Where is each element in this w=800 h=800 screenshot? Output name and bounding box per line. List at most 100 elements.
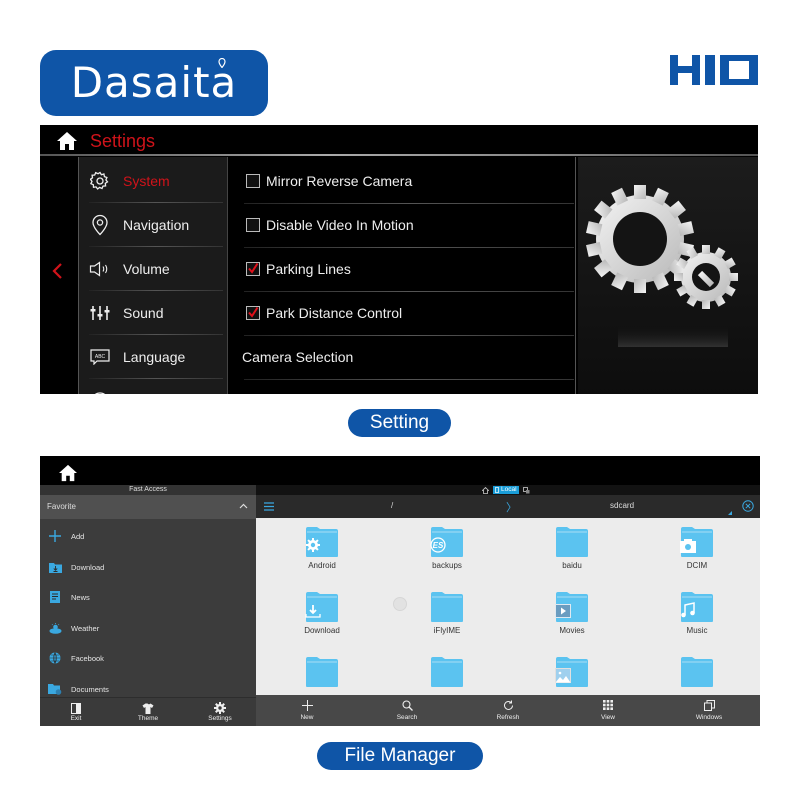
sidebar-item-add[interactable]: Add [40, 521, 256, 551]
button-label: Refresh [496, 714, 520, 721]
close-circle-icon[interactable] [742, 500, 754, 512]
exit-button[interactable]: Exit [46, 698, 106, 726]
folder-item[interactable]: Movies [522, 587, 622, 649]
settings-button[interactable]: Settings [190, 698, 250, 726]
folder-name: iFlyIME [433, 626, 461, 635]
camera-badge-icon [680, 539, 696, 558]
corner-indicator-icon [728, 511, 732, 515]
new-button[interactable]: New [277, 698, 337, 726]
breadcrumb-root[interactable]: / [391, 501, 393, 510]
plus-icon [48, 529, 62, 543]
refresh-icon [503, 698, 514, 712]
folder-item[interactable] [272, 652, 372, 695]
es-badge-icon: ES [430, 537, 446, 558]
menu-item-volume[interactable]: Volume [79, 247, 227, 291]
home-icon[interactable] [56, 131, 78, 151]
folder-item[interactable]: baidu [522, 522, 622, 584]
menu-item-language[interactable]: ABC Language [79, 335, 227, 379]
folder-item[interactable]: Music [647, 587, 747, 649]
option-label: Parking Lines [266, 261, 351, 277]
grid-icon [603, 698, 613, 712]
hamburger-menu-icon[interactable] [264, 502, 274, 511]
checkbox[interactable] [246, 174, 260, 188]
checkbox-checked[interactable] [246, 306, 260, 320]
folder-item[interactable]: DCIM [647, 522, 747, 584]
page-title: Settings [90, 131, 156, 151]
location-pin-icon [218, 58, 226, 68]
sidebar-item-news[interactable]: News [40, 582, 256, 612]
folder-item[interactable] [397, 652, 497, 695]
folder-name: Movies [559, 626, 585, 635]
folder-item[interactable] [647, 652, 747, 695]
equalizer-icon [89, 302, 111, 324]
abc-keyboard-icon: ABC [89, 346, 111, 368]
gears-illustration [578, 157, 758, 394]
option-disable-video-in-motion[interactable]: Disable Video In Motion [242, 203, 572, 247]
download-folder-icon [48, 560, 62, 574]
folder-grid: Android ES backups baidu DCIM Download iFlyIME… [256, 518, 760, 695]
gear-icon [214, 698, 226, 714]
folder-item[interactable]: Download [272, 587, 372, 649]
section-title: Favorite [47, 502, 76, 511]
folder-name: backups [432, 561, 462, 570]
home-icon[interactable] [58, 464, 78, 482]
button-label: New [300, 714, 314, 721]
menu-item-system[interactable]: System [79, 159, 227, 203]
option-park-distance-control[interactable]: Park Distance Control [242, 291, 572, 335]
menu-item-more[interactable] [79, 379, 227, 394]
info-icon [89, 390, 111, 394]
windows-icon [703, 698, 715, 712]
folder-name: baidu [562, 561, 582, 570]
documents-icon [48, 682, 62, 696]
favorite-section[interactable]: Favorite [40, 495, 256, 519]
folder-name: DCIM [686, 561, 708, 570]
chevron-left-icon[interactable] [50, 262, 64, 280]
download-badge-icon [305, 604, 321, 623]
sidebar-item-download[interactable]: Download [40, 552, 256, 582]
chevron-up-icon[interactable] [239, 503, 248, 509]
home-small-icon[interactable] [482, 486, 489, 494]
sidebar-item-label: Documents [71, 684, 109, 694]
folder-item[interactable]: Android [272, 522, 372, 584]
folder-item[interactable]: ES backups [397, 522, 497, 584]
button-label: View [601, 714, 615, 721]
bottom-toolbar: New Search Refresh View Windows [256, 695, 760, 726]
speaker-icon [89, 258, 111, 280]
view-button[interactable]: View [578, 698, 638, 726]
folder-item[interactable] [522, 652, 622, 695]
gear-badge-icon [305, 537, 321, 558]
refresh-button[interactable]: Refresh [478, 698, 538, 726]
svg-text:ABC: ABC [95, 354, 106, 360]
folder-icon [305, 591, 339, 623]
svg-text:ES: ES [433, 541, 444, 550]
sidebar-item-label: Add [71, 531, 85, 541]
option-mirror-reverse-camera[interactable]: Mirror Reverse Camera [242, 159, 572, 203]
checkmark-icon [248, 262, 259, 274]
plus-icon [301, 698, 313, 712]
checkbox[interactable] [246, 218, 260, 232]
exit-icon [71, 698, 81, 714]
theme-button[interactable]: Theme [118, 698, 178, 726]
fast-access-sidebar: Fast Access Favorite Add Download News W… [40, 485, 256, 697]
folder-name: Android [308, 561, 336, 570]
button-label: Settings [208, 715, 232, 722]
breadcrumb-current[interactable]: sdcard [610, 501, 634, 510]
menu-item-navigation[interactable]: Navigation [79, 203, 227, 247]
option-camera-selection[interactable]: Camera Selection [242, 335, 572, 379]
menu-item-sound[interactable]: Sound [79, 291, 227, 335]
sidebar-item-facebook[interactable]: Facebook [40, 643, 256, 673]
search-button[interactable]: Search [377, 698, 437, 726]
sidebar-item-weather[interactable]: Weather [40, 613, 256, 643]
menu-item-label: System [123, 173, 170, 189]
folder-icon: ES [430, 526, 464, 558]
checkbox-checked[interactable] [246, 262, 260, 276]
model-badge-logo: H10 [670, 55, 758, 85]
weather-icon [48, 621, 62, 635]
windows-button[interactable]: Windows [679, 698, 739, 726]
button-label: Theme [137, 715, 159, 722]
picture-badge-icon [555, 668, 571, 688]
option-parking-lines[interactable]: Parking Lines [242, 247, 572, 291]
folder-item[interactable]: iFlyIME [397, 587, 497, 649]
network-icon[interactable] [522, 486, 530, 494]
tab-local[interactable]: Local [493, 486, 519, 494]
